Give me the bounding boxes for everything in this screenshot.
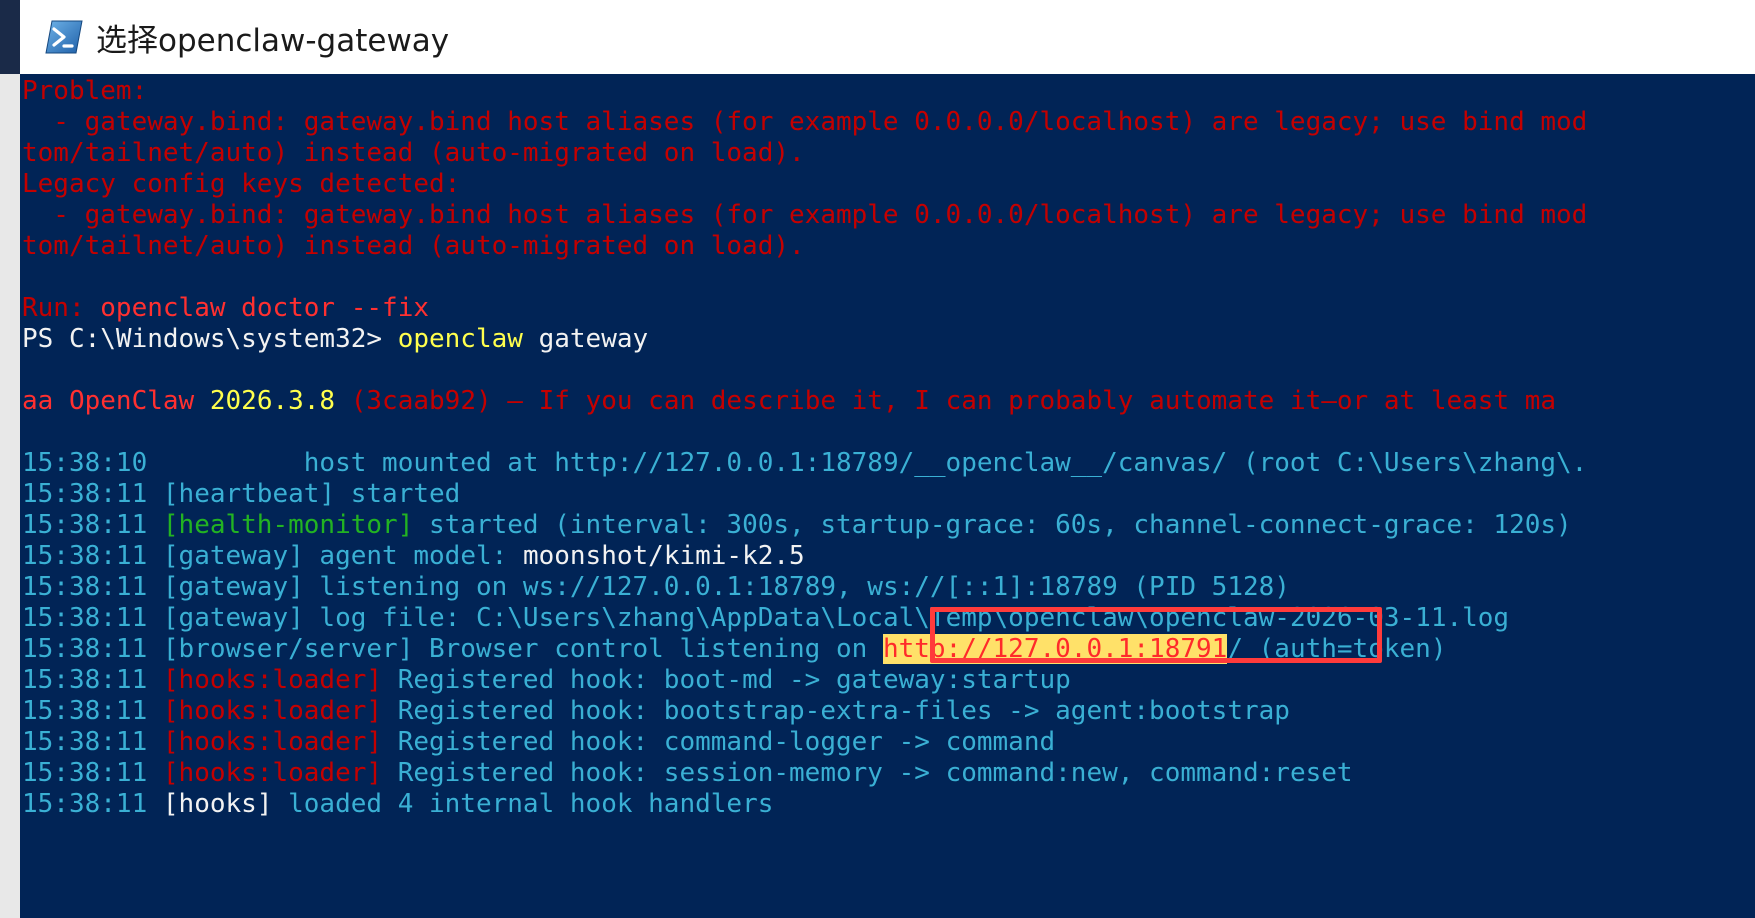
log-line: 15:38:11 [hooks:loader] Registered hook:…	[22, 694, 1290, 728]
log-line: 15:38:11 [gateway] agent model: moonshot…	[22, 539, 805, 573]
log-time: 15:38:11	[22, 603, 148, 633]
banner-name: OpenClaw	[68, 386, 210, 416]
prompt-argument: gateway	[522, 324, 649, 354]
log-tag: [gateway]	[147, 541, 304, 571]
log-text: Registered hook: session-memory -> comma…	[382, 758, 1353, 788]
log-time: 15:38:11	[22, 789, 148, 819]
prompt-line: PS C:\Windows\system32> openclaw gateway	[22, 322, 648, 356]
log-line: 15:38:10 host mounted at http://127.0.0.…	[22, 446, 1587, 480]
run-label: Run:	[22, 293, 101, 323]
window-titlebar[interactable]: 选择openclaw-gateway	[20, 0, 1755, 74]
log-time: 15:38:10	[22, 448, 148, 478]
log-time: 15:38:11	[22, 510, 148, 540]
log-tag: [health-monitor]	[147, 510, 414, 540]
legacy-text: tom/tailnet/auto) instead (auto-migrated…	[22, 231, 805, 261]
log-line: 15:38:11 [hooks:loader] Registered hook:…	[22, 756, 1353, 790]
run-command: openclaw doctor --fix	[100, 293, 430, 323]
powershell-window: 选择openclaw-gateway Problem: - gateway.bi…	[0, 0, 1755, 918]
problem-text: - gateway.bind: gateway.bind host aliase…	[22, 107, 1588, 137]
log-text: Browser control listening on	[413, 634, 883, 664]
log-line: 15:38:11 [hooks:loader] Registered hook:…	[22, 725, 1055, 759]
log-time: 15:38:11	[22, 634, 148, 664]
log-tag: [hooks]	[147, 789, 273, 819]
log-tag: [hooks:loader]	[147, 727, 383, 757]
log-tag: [hooks:loader]	[147, 696, 383, 726]
console-line: Run: openclaw doctor --fix	[22, 291, 429, 325]
window-title: 选择openclaw-gateway	[96, 22, 450, 59]
banner-prefix: aa	[22, 386, 69, 416]
log-tag: [gateway]	[147, 603, 304, 633]
log-time: 15:38:11	[22, 541, 148, 571]
log-line: 15:38:11 [hooks:loader] Registered hook:…	[22, 663, 1071, 697]
log-text: listening on ws://127.0.0.1:18789, ws://…	[303, 572, 1290, 602]
console-line: Problem:	[22, 74, 147, 108]
banner-tagline: (3caab92) — If you can describe it, I ca…	[335, 386, 1557, 416]
log-tag: [gateway]	[147, 572, 304, 602]
prompt-command: openclaw	[397, 324, 523, 354]
log-text: started (interval: 300s, startup-grace: …	[413, 510, 1572, 540]
url-highlight-box	[930, 607, 1382, 663]
log-line: 15:38:11 [heartbeat] started	[22, 477, 460, 511]
log-text: Registered hook: bootstrap-extra-files -…	[382, 696, 1290, 726]
log-line: 15:38:11 [hooks] loaded 4 internal hook …	[22, 787, 773, 821]
log-text: Registered hook: command-logger -> comma…	[382, 727, 1056, 757]
console-line: tom/tailnet/auto) instead (auto-migrated…	[22, 136, 805, 170]
banner-line: aa OpenClaw 2026.3.8 (3caab92) — If you …	[22, 384, 1556, 418]
log-tag: [hooks:loader]	[147, 758, 383, 788]
log-tag: [browser/server]	[147, 634, 414, 664]
background-window-titlebar	[0, 0, 20, 74]
console-output[interactable]: Problem: - gateway.bind: gateway.bind ho…	[20, 74, 1755, 918]
console-line: tom/tailnet/auto) instead (auto-migrated…	[22, 229, 805, 263]
log-time: 15:38:11	[22, 665, 148, 695]
problem-text: tom/tailnet/auto) instead (auto-migrated…	[22, 138, 805, 168]
log-time: 15:38:11	[22, 727, 148, 757]
banner-version: 2026.3.8	[209, 386, 336, 416]
log-time: 15:38:11	[22, 479, 148, 509]
console-line: - gateway.bind: gateway.bind host aliase…	[22, 105, 1587, 139]
log-line: 15:38:11 [gateway] listening on ws://127…	[22, 570, 1290, 604]
legacy-heading: Legacy config keys detected:	[22, 169, 461, 199]
log-text: Registered hook: boot-md -> gateway:star…	[382, 665, 1071, 695]
log-text: agent model:	[303, 541, 523, 571]
agent-model: moonshot/kimi-k2.5	[522, 541, 805, 571]
log-text: host mounted at http://127.0.0.1:18789/_…	[147, 448, 1588, 478]
log-text: started	[335, 479, 461, 509]
background-window-edge	[0, 0, 20, 918]
log-tag: [hooks:loader]	[147, 665, 383, 695]
log-tag: [heartbeat]	[147, 479, 336, 509]
legacy-text: - gateway.bind: gateway.bind host aliase…	[22, 200, 1588, 230]
log-time: 15:38:11	[22, 572, 148, 602]
prompt-path: PS C:\Windows\system32>	[22, 324, 398, 354]
console-line: Legacy config keys detected:	[22, 167, 460, 201]
powershell-icon	[45, 20, 83, 54]
log-line: 15:38:11 [health-monitor] started (inter…	[22, 508, 1572, 542]
console-line: - gateway.bind: gateway.bind host aliase…	[22, 198, 1587, 232]
log-time: 15:38:11	[22, 758, 148, 788]
log-text: loaded 4 internal hook handlers	[272, 789, 774, 819]
problem-heading: Problem:	[22, 76, 148, 106]
log-time: 15:38:11	[22, 696, 148, 726]
